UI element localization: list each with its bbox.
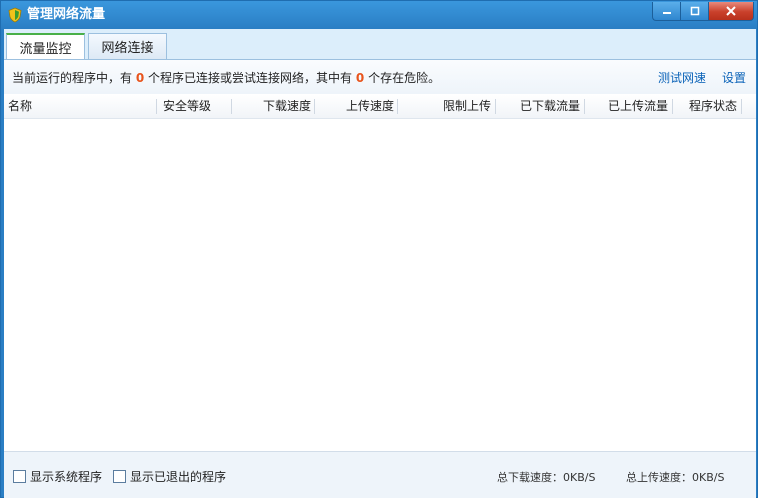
summary-prefix: 当前运行的程序中，有 bbox=[12, 71, 133, 85]
col-downloaded[interactable]: 已下载流量 bbox=[496, 95, 584, 118]
close-icon bbox=[726, 6, 736, 16]
summary-suffix: 个存在危险。 bbox=[368, 71, 441, 85]
tab-bar: 流量监控 网络连接 bbox=[4, 29, 756, 60]
checkbox-box[interactable] bbox=[13, 470, 26, 483]
connected-count: 0 bbox=[135, 71, 145, 85]
settings-link[interactable]: 设置 bbox=[722, 69, 746, 86]
total-upload-speed: 总上传速度：0KB/S bbox=[626, 471, 725, 484]
show-exited-checkbox[interactable]: 显示已退出的程序 bbox=[113, 468, 226, 485]
show-exited-label: 显示已退出的程序 bbox=[130, 470, 227, 484]
window-title: 管理网络流量 bbox=[27, 7, 106, 22]
col-name[interactable]: 名称 bbox=[4, 95, 154, 118]
tab-traffic-monitor[interactable]: 流量监控 bbox=[6, 33, 85, 60]
window-controls bbox=[652, 2, 754, 21]
app-window: 管理网络流量 流量监控 网络连接 当前运行的程序中，有 0 个程序已连接或尝试连… bbox=[0, 0, 758, 498]
show-system-checkbox[interactable]: 显示系统程序 bbox=[13, 468, 102, 485]
table-header: 名称 安全等级 下载速度 上传速度 限制上传 已下载流量 已上传流量 程序状态 bbox=[4, 95, 756, 119]
col-upload-limit[interactable]: 限制上传 bbox=[398, 95, 495, 118]
minimize-button[interactable] bbox=[652, 2, 680, 21]
col-program-status[interactable]: 程序状态 bbox=[673, 95, 741, 118]
summary-text: 当前运行的程序中，有 0 个程序已连接或尝试连接网络，其中有 0 个存在危险。 bbox=[12, 69, 440, 86]
tab-network-connections[interactable]: 网络连接 bbox=[88, 33, 167, 59]
minimize-icon bbox=[662, 12, 671, 14]
close-button[interactable] bbox=[708, 2, 754, 21]
col-security-level[interactable]: 安全等级 bbox=[159, 95, 231, 118]
col-uploaded[interactable]: 已上传流量 bbox=[585, 95, 672, 118]
summary-middle: 个程序已连接或尝试连接网络，其中有 bbox=[148, 71, 353, 85]
show-system-label: 显示系统程序 bbox=[30, 470, 103, 484]
program-list[interactable] bbox=[4, 119, 756, 450]
total-download-speed: 总下载速度：0KB/S bbox=[497, 471, 596, 484]
danger-count: 0 bbox=[355, 71, 365, 85]
test-speed-link[interactable]: 测试网速 bbox=[658, 69, 706, 86]
shield-app-icon bbox=[7, 7, 23, 23]
main-content: 当前运行的程序中，有 0 个程序已连接或尝试连接网络，其中有 0 个存在危险。 … bbox=[4, 59, 756, 498]
maximize-button[interactable] bbox=[680, 2, 708, 21]
col-download-speed[interactable]: 下载速度 bbox=[232, 95, 315, 118]
info-bar: 当前运行的程序中，有 0 个程序已连接或尝试连接网络，其中有 0 个存在危险。 … bbox=[4, 60, 756, 94]
col-upload-speed[interactable]: 上传速度 bbox=[315, 95, 398, 118]
title-bar[interactable]: 管理网络流量 bbox=[1, 1, 757, 29]
col-separator[interactable] bbox=[156, 99, 157, 114]
maximize-icon bbox=[690, 6, 699, 16]
checkbox-box[interactable] bbox=[113, 470, 126, 483]
col-separator[interactable] bbox=[741, 99, 742, 114]
status-footer: 显示系统程序 显示已退出的程序 总下载速度：0KB/S 总上传速度：0KB/S bbox=[4, 451, 756, 498]
